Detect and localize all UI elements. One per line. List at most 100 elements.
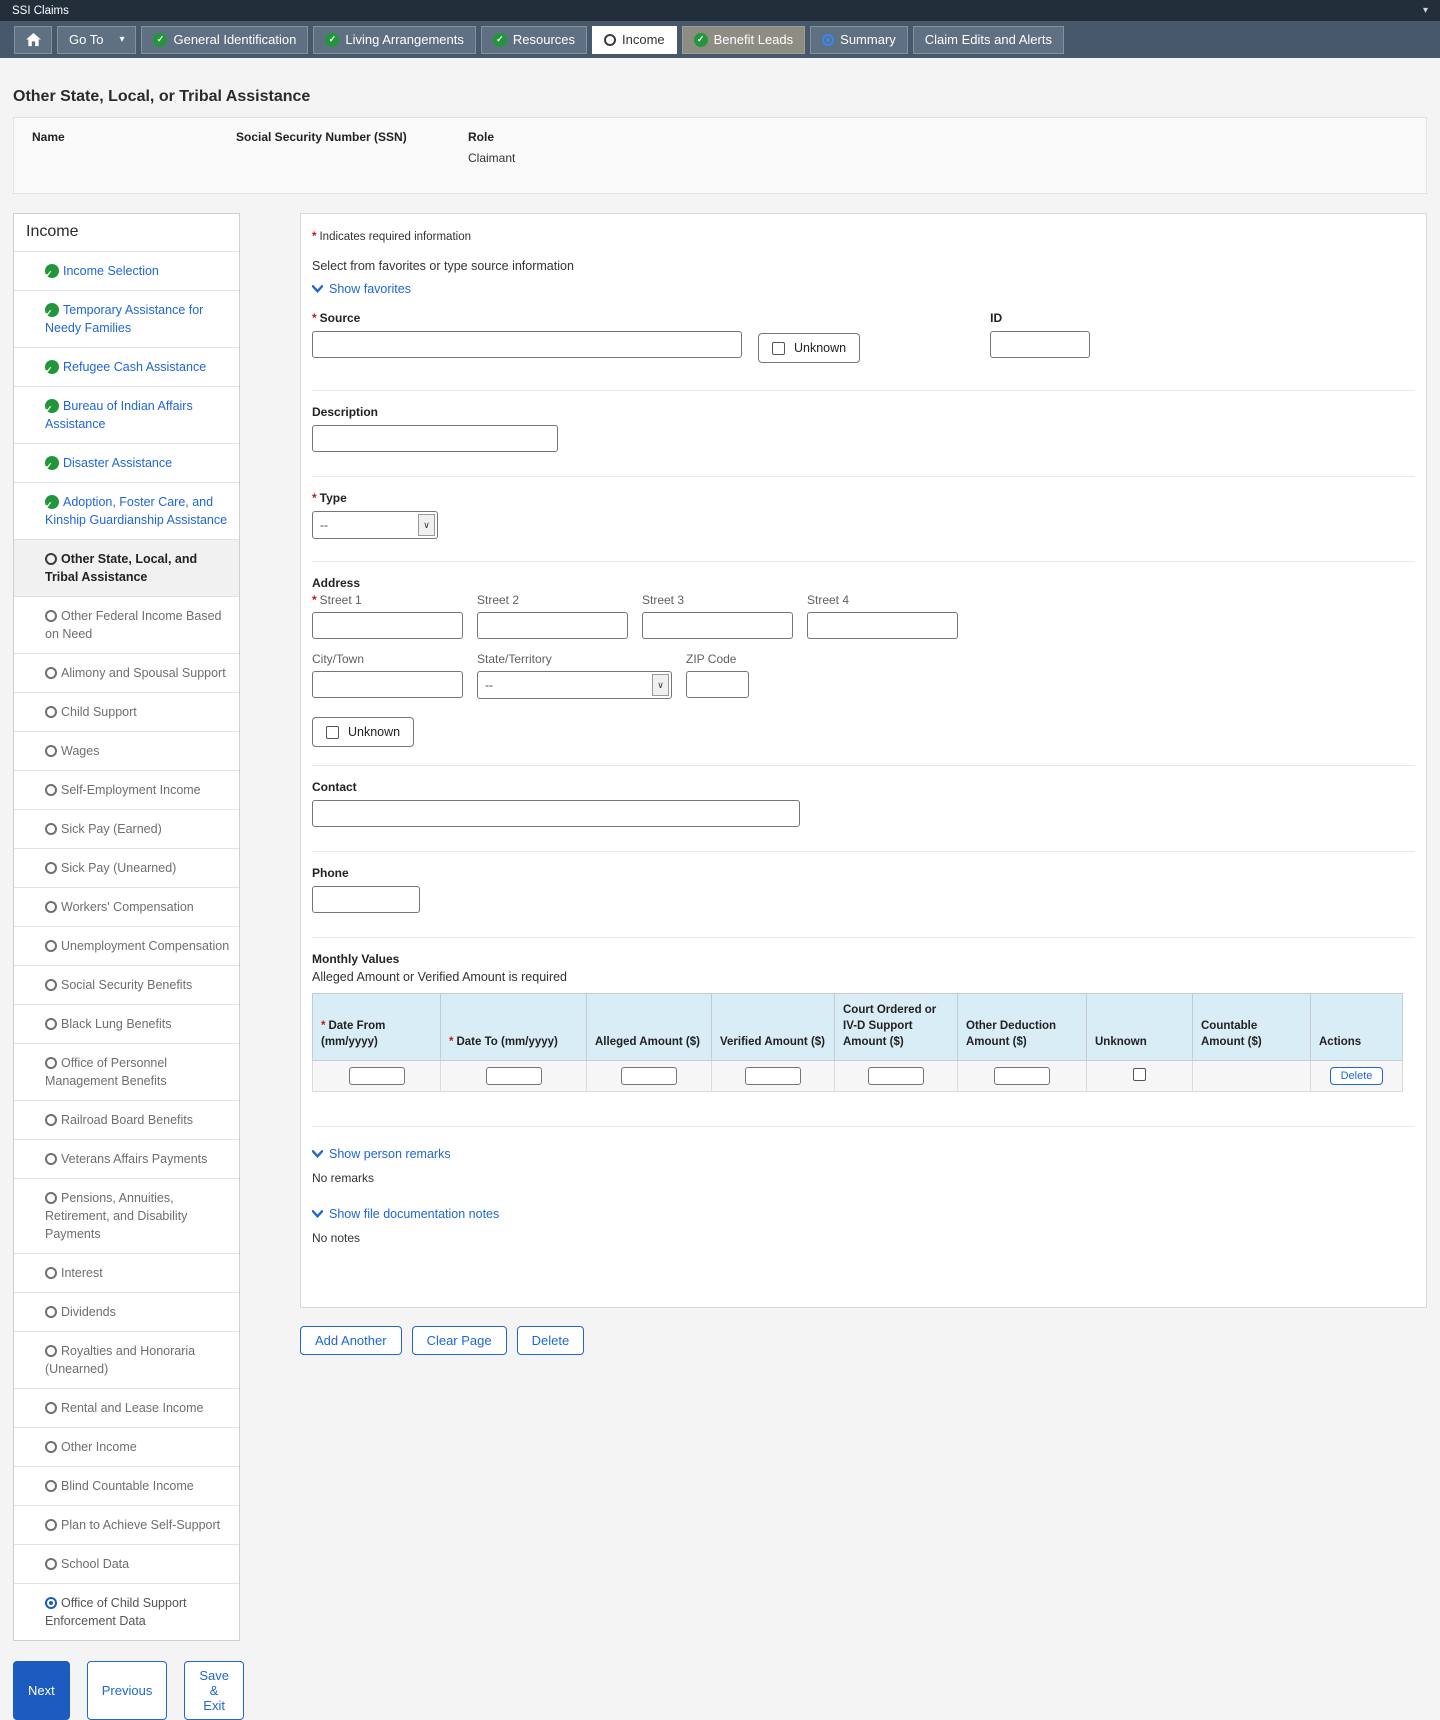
caret-down-icon[interactable]: ▾: [1423, 5, 1428, 16]
mv-cell-other-deduction-amount: [958, 1061, 1087, 1092]
previous-button[interactable]: Previous: [87, 1661, 168, 1720]
monthly-values-header-row: *Date From (mm/yyyy)*Date To (mm/yyyy)Al…: [313, 994, 1403, 1061]
mv-cell-date-to-mm-yyyy: [441, 1061, 587, 1092]
sidebar-item-other-income[interactable]: Other Income: [14, 1427, 239, 1466]
street3-input[interactable]: [642, 612, 793, 639]
type-label: Type: [320, 491, 347, 505]
sidebar-item-refugee-cash-assistance[interactable]: Refugee Cash Assistance: [14, 347, 239, 386]
required-asterisk-icon: *: [312, 491, 317, 505]
tab-resources[interactable]: Resources: [481, 26, 587, 54]
sidebar-item-temporary-assistance-for-needy-families[interactable]: Temporary Assistance for Needy Families: [14, 290, 239, 347]
radio-unchecked-icon: [45, 940, 57, 952]
notes-empty-text: No notes: [312, 1231, 1415, 1245]
city-input[interactable]: [312, 671, 463, 698]
contact-input[interactable]: [312, 800, 800, 827]
sidebar-item-unemployment-compensation[interactable]: Unemployment Compensation: [14, 926, 239, 965]
tab-benefit-leads[interactable]: Benefit Leads: [682, 26, 806, 54]
mv-row-delete-button[interactable]: Delete: [1330, 1067, 1384, 1085]
monthly-values-note: Alleged Amount or Verified Amount is req…: [312, 970, 1415, 984]
street4-label: Street 4: [807, 593, 958, 607]
sidebar-item-disaster-assistance[interactable]: Disaster Assistance: [14, 443, 239, 482]
sidebar-item-bureau-of-indian-affairs-assistance[interactable]: Bureau of Indian Affairs Assistance: [14, 386, 239, 443]
sidebar-item-royalties-and-honoraria-unearned[interactable]: Royalties and Honoraria (Unearned): [14, 1331, 239, 1388]
home-button[interactable]: [14, 26, 52, 54]
mv-input-court-ordered-or-iv-d-support-amount[interactable]: [868, 1067, 924, 1085]
next-button[interactable]: Next: [13, 1661, 70, 1720]
save-exit-button[interactable]: Save & Exit: [184, 1661, 244, 1720]
radio-unchecked-icon: [45, 1114, 57, 1126]
description-input[interactable]: [312, 425, 558, 452]
tab-general-identification[interactable]: General Identification: [141, 26, 308, 54]
show-person-remarks-link[interactable]: Show person remarks: [312, 1147, 451, 1161]
street2-input[interactable]: [477, 612, 628, 639]
mv-input-date-from-mm-yyyy[interactable]: [349, 1067, 405, 1085]
mv-input-other-deduction-amount[interactable]: [994, 1067, 1050, 1085]
sidebar-item-label: Railroad Board Benefits: [61, 1113, 193, 1127]
street4-input[interactable]: [807, 612, 958, 639]
sidebar-item-black-lung-benefits[interactable]: Black Lung Benefits: [14, 1004, 239, 1043]
zip-label: ZIP Code: [686, 652, 749, 666]
state-select[interactable]: -- ∨: [477, 671, 672, 699]
sidebar-item-label: Interest: [61, 1266, 103, 1280]
phone-input[interactable]: [312, 886, 420, 913]
sidebar-item-sick-pay-earned[interactable]: Sick Pay (Earned): [14, 809, 239, 848]
mv-input-verified-amount[interactable]: [745, 1067, 801, 1085]
tab-income[interactable]: Income: [592, 26, 677, 54]
sidebar-item-self-employment-income[interactable]: Self-Employment Income: [14, 770, 239, 809]
name-label: Name: [32, 130, 236, 144]
mv-unknown-checkbox[interactable]: [1133, 1068, 1146, 1081]
zip-input[interactable]: [686, 671, 749, 698]
tab-claim-edits-and-alerts[interactable]: Claim Edits and Alerts: [913, 26, 1064, 54]
sidebar-item-other-state-local-and-tribal-assistance[interactable]: Other State, Local, and Tribal Assistanc…: [14, 539, 239, 596]
sidebar-item-blind-countable-income[interactable]: Blind Countable Income: [14, 1466, 239, 1505]
show-file-documentation-notes-link[interactable]: Show file documentation notes: [312, 1207, 499, 1221]
sidebar-item-adoption-foster-care-and-kinship-guardianship-assistance[interactable]: Adoption, Foster Care, and Kinship Guard…: [14, 482, 239, 539]
clear-page-button[interactable]: Clear Page: [412, 1326, 507, 1355]
sidebar-list: Income SelectionTemporary Assistance for…: [14, 251, 239, 1640]
sidebar-item-label: Sick Pay (Earned): [61, 822, 162, 836]
sidebar-item-workers-compensation[interactable]: Workers' Compensation: [14, 887, 239, 926]
tab-living-arrangements[interactable]: Living Arrangements: [313, 26, 476, 54]
sidebar-item-school-data[interactable]: School Data: [14, 1544, 239, 1583]
go-to-dropdown[interactable]: Go To: [57, 26, 136, 54]
id-input[interactable]: [990, 331, 1090, 358]
sidebar-item-interest[interactable]: Interest: [14, 1253, 239, 1292]
mv-input-alleged-amount[interactable]: [621, 1067, 677, 1085]
sidebar-item-office-of-personnel-management-benefits[interactable]: Office of Personnel Management Benefits: [14, 1043, 239, 1100]
sidebar-item-office-of-child-support-enforcement-data[interactable]: Office of Child Support Enforcement Data: [14, 1583, 239, 1640]
radio-unchecked-icon: [45, 1402, 57, 1414]
show-favorites-link[interactable]: Show favorites: [312, 282, 411, 296]
add-another-button[interactable]: Add Another: [300, 1326, 402, 1355]
sidebar-item-child-support[interactable]: Child Support: [14, 692, 239, 731]
sidebar-item-rental-and-lease-income[interactable]: Rental and Lease Income: [14, 1388, 239, 1427]
sidebar-item-label: Adoption, Foster Care, and Kinship Guard…: [45, 495, 227, 527]
sidebar-item-wages[interactable]: Wages: [14, 731, 239, 770]
radio-unchecked-icon: [45, 1345, 57, 1357]
sidebar-item-veterans-affairs-payments[interactable]: Veterans Affairs Payments: [14, 1139, 239, 1178]
type-select[interactable]: -- ∨: [312, 511, 438, 539]
sidebar-item-other-federal-income-based-on-need[interactable]: Other Federal Income Based on Need: [14, 596, 239, 653]
sidebar-item-alimony-and-spousal-support[interactable]: Alimony and Spousal Support: [14, 653, 239, 692]
source-input[interactable]: [312, 331, 742, 358]
required-asterisk-icon: *: [321, 1020, 325, 1032]
sidebar-item-label: Disaster Assistance: [63, 456, 172, 470]
tab-summary[interactable]: Summary: [810, 26, 908, 54]
sidebar-item-pensions-annuities-retirement-and-disability-payments[interactable]: Pensions, Annuities, Retirement, and Dis…: [14, 1178, 239, 1253]
sidebar-item-sick-pay-unearned[interactable]: Sick Pay (Unearned): [14, 848, 239, 887]
source-unknown-toggle[interactable]: Unknown: [758, 333, 860, 363]
sidebar-item-label: Veterans Affairs Payments: [61, 1152, 207, 1166]
mv-cell-court-ordered-or-iv-d-support-amount: [835, 1061, 958, 1092]
sidebar-item-dividends[interactable]: Dividends: [14, 1292, 239, 1331]
sidebar-item-railroad-board-benefits[interactable]: Railroad Board Benefits: [14, 1100, 239, 1139]
assistance-form-panel: *Indicates required information Select f…: [300, 213, 1427, 1308]
street1-input[interactable]: [312, 612, 463, 639]
address-unknown-toggle[interactable]: Unknown: [312, 717, 414, 747]
tab-label: Resources: [513, 32, 575, 47]
delete-button[interactable]: Delete: [517, 1326, 585, 1355]
sidebar-item-income-selection[interactable]: Income Selection: [14, 251, 239, 290]
mv-input-date-to-mm-yyyy[interactable]: [486, 1067, 542, 1085]
sidebar-item-label: Black Lung Benefits: [61, 1017, 172, 1031]
sidebar-item-plan-to-achieve-self-support[interactable]: Plan to Achieve Self-Support: [14, 1505, 239, 1544]
sidebar-item-social-security-benefits[interactable]: Social Security Benefits: [14, 965, 239, 1004]
sidebar-item-label: Wages: [61, 744, 99, 758]
